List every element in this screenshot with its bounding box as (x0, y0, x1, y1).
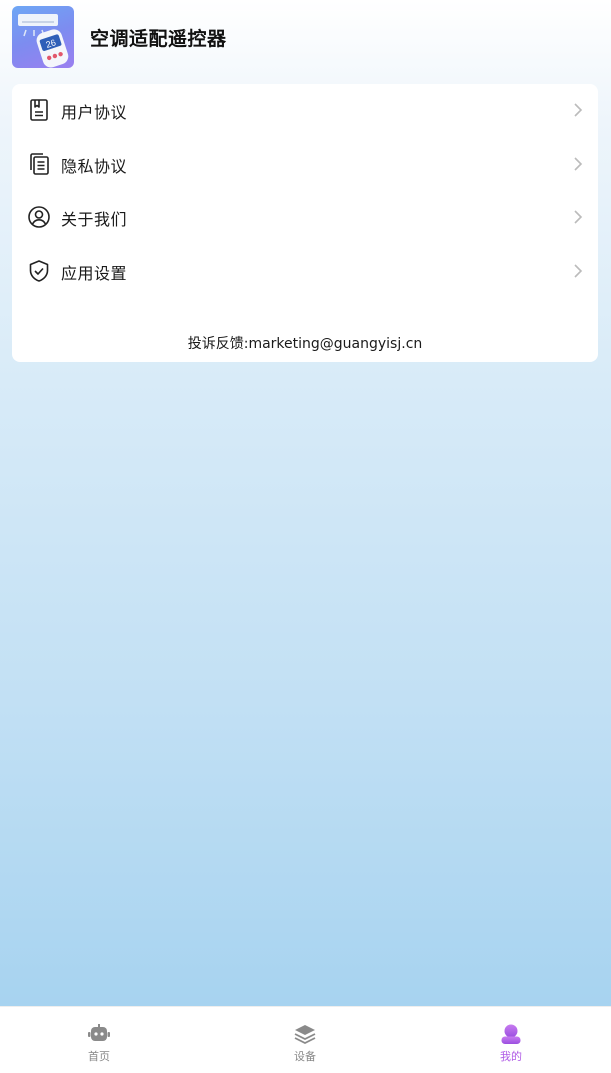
bottom-tab-bar: 首页 设备 我的 (0, 1006, 611, 1073)
robot-icon (88, 1023, 110, 1045)
settings-card: 用户协议 隐私协议 关于我们 应用设置 投诉反馈:marketing@guang… (12, 84, 598, 362)
header: 26 空调适配遥控器 (0, 0, 611, 76)
app-title: 空调适配遥控器 (90, 28, 227, 50)
feedback-contact: 投诉反馈:marketing@guangyisj.cn (187, 336, 423, 352)
app-logo-icon: 26 (12, 6, 74, 68)
menu-item-privacy-agreement[interactable]: 隐私协议 (12, 138, 598, 192)
chevron-right-icon (573, 102, 583, 118)
chevron-right-icon (573, 263, 583, 279)
tab-label: 我的 (500, 1050, 522, 1063)
menu-item-label: 隐私协议 (61, 157, 128, 176)
chevron-right-icon (573, 156, 583, 172)
shield-check-icon (27, 259, 51, 283)
tab-label: 首页 (88, 1050, 110, 1063)
user-icon (500, 1023, 522, 1045)
tab-mine[interactable]: 我的 (451, 1007, 571, 1073)
menu-item-label: 应用设置 (61, 264, 128, 283)
user-circle-icon (27, 205, 51, 229)
menu-item-label: 用户协议 (61, 103, 128, 122)
privacy-document-icon (27, 152, 51, 176)
menu-item-user-agreement[interactable]: 用户协议 (12, 84, 598, 138)
menu-item-app-settings[interactable]: 应用设置 (12, 245, 598, 299)
tab-home[interactable]: 首页 (39, 1007, 159, 1073)
layers-icon (294, 1023, 316, 1045)
user-agreement-icon (27, 98, 51, 122)
menu-item-about-us[interactable]: 关于我们 (12, 191, 598, 245)
tab-devices[interactable]: 设备 (245, 1007, 365, 1073)
chevron-right-icon (573, 209, 583, 225)
menu-item-label: 关于我们 (61, 210, 128, 229)
tab-label: 设备 (294, 1050, 316, 1063)
